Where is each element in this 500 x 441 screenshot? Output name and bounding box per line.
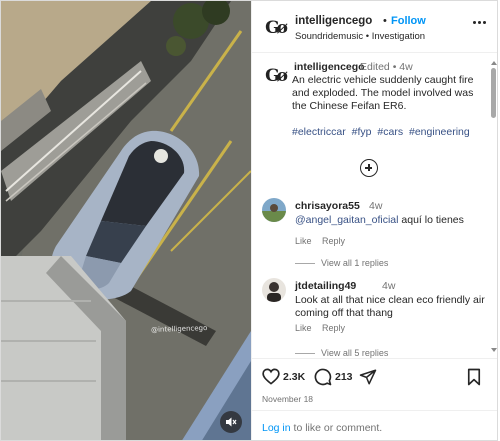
caption-avatar[interactable]: Gø <box>262 63 288 89</box>
comment-icon <box>314 368 332 386</box>
scroll-up-icon[interactable] <box>491 61 497 65</box>
add-circle-icon[interactable] <box>360 159 378 177</box>
video-frame-image <box>1 1 251 440</box>
header-subtitle[interactable]: Soundridemusic • Investigation <box>295 31 425 42</box>
mute-button[interactable] <box>220 411 242 433</box>
mention-link[interactable]: @angel_gaitan_oficial <box>295 214 398 226</box>
speaker-muted-icon <box>226 417 237 427</box>
hashtag-link[interactable]: #fyp <box>352 126 372 138</box>
caption-username[interactable]: intelligencego <box>294 61 365 73</box>
login-prompt: Log in to like or comment. <box>262 422 382 434</box>
caption-hashtags: #electriccar #fyp #cars #engineering <box>292 126 473 138</box>
like-button[interactable]: 2.3K <box>262 368 305 385</box>
login-link[interactable]: Log in <box>262 422 291 434</box>
header-username[interactable]: intelligencego <box>295 15 372 27</box>
hashtag-link[interactable]: #cars <box>377 126 403 138</box>
replies-divider <box>295 263 315 265</box>
header-separator: • <box>383 15 387 27</box>
caption-text: An electric vehicle suddenly caught fire… <box>292 74 474 112</box>
hashtag-link[interactable]: #engineering <box>409 126 470 138</box>
follow-button[interactable]: Follow <box>391 15 426 27</box>
comment-text: @angel_gaitan_oficial aquí lo tienes <box>295 214 485 227</box>
bookmark-icon <box>467 368 481 386</box>
comment-username[interactable]: chrisayora55 <box>295 200 360 212</box>
scrollbar-thumb[interactable] <box>491 68 496 118</box>
post-details-panel: Gø intelligencego • Follow Soundridemusi… <box>251 1 497 440</box>
comments-scrollbar[interactable] <box>490 61 497 353</box>
view-replies-button[interactable]: View all 5 replies <box>295 348 388 358</box>
post-embed: @intelligencego Gø intelligencego • Foll… <box>0 0 498 441</box>
share-icon <box>359 369 377 385</box>
view-replies-button[interactable]: View all 1 replies <box>295 258 388 268</box>
login-prompt-text: to like or comment. <box>293 422 383 434</box>
login-footer: Log in to like or comment. <box>252 410 497 440</box>
comment-reply-button[interactable]: Reply <box>322 236 345 246</box>
intelligencego-logo[interactable]: Gø <box>262 15 288 41</box>
post-header: Gø intelligencego • Follow Soundridemusi… <box>252 1 497 53</box>
post-actions-bar: 2.3K 213 November 18 <box>252 358 497 410</box>
avatar[interactable] <box>262 278 286 302</box>
hashtag-link[interactable]: #electriccar <box>292 126 346 138</box>
comment-like-button[interactable]: Like <box>295 323 312 333</box>
comment-count: 213 <box>335 371 353 383</box>
comment-actions: Like Reply <box>295 236 353 246</box>
comment-text: Look at all that nice clean eco friendly… <box>295 294 485 319</box>
comment-actions: Like Reply <box>295 323 353 333</box>
video-player[interactable]: @intelligencego <box>1 1 251 440</box>
comment-reply-button[interactable]: Reply <box>322 323 345 333</box>
like-count: 2.3K <box>283 370 306 383</box>
comment-body: aquí lo tienes <box>401 214 464 226</box>
view-replies-label: View all 1 replies <box>321 258 389 268</box>
avatar[interactable] <box>262 198 286 222</box>
post-date: November 18 <box>262 394 314 404</box>
heart-icon <box>262 368 280 385</box>
comment-button[interactable]: 213 <box>314 368 353 386</box>
comments-scroll-area[interactable]: Gø intelligencego Edited • 4w An electri… <box>252 53 497 358</box>
comment-time: 4w <box>382 280 396 292</box>
view-replies-label: View all 5 replies <box>321 348 389 358</box>
scroll-down-icon[interactable] <box>491 348 497 352</box>
comment-username[interactable]: jtdetailing49 <box>295 280 356 292</box>
caption-meta: Edited • 4w <box>360 61 413 73</box>
replies-divider <box>295 353 315 355</box>
comment-time: 4w <box>369 200 383 212</box>
comment-like-button[interactable]: Like <box>295 236 312 246</box>
share-button[interactable] <box>359 368 377 386</box>
save-button[interactable] <box>466 368 482 386</box>
more-options-icon[interactable] <box>468 13 490 31</box>
